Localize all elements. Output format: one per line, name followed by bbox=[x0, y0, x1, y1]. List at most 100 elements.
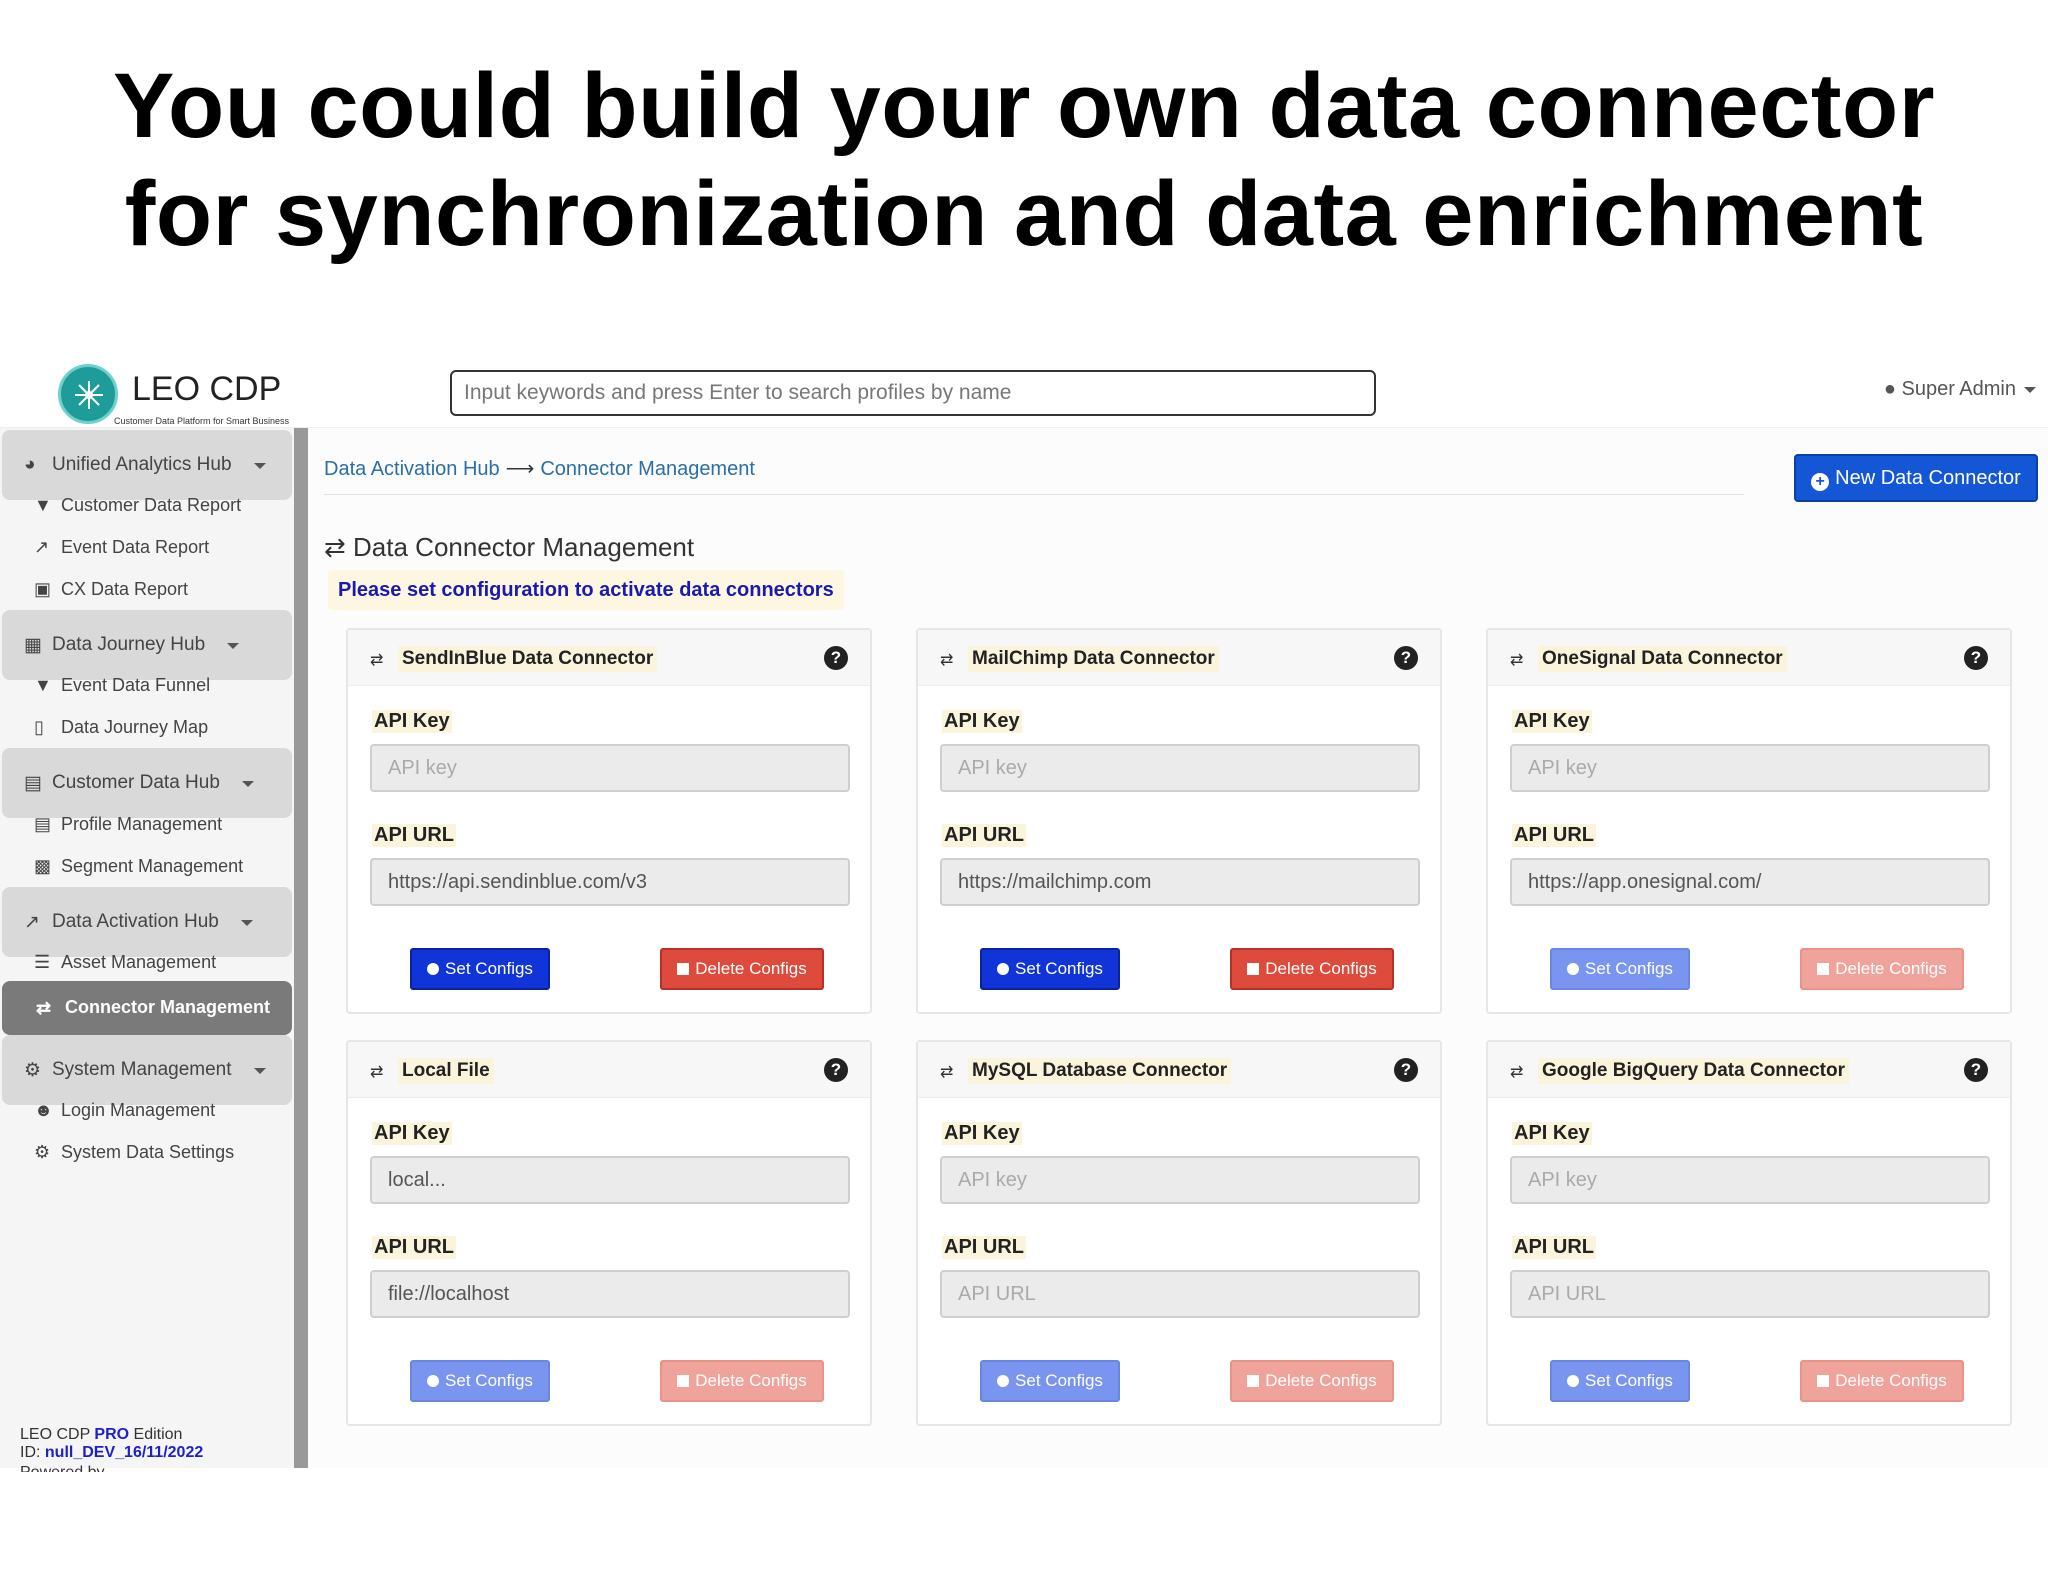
sidebar-scrollbar[interactable] bbox=[294, 428, 308, 1468]
set-configs-button[interactable]: Set Configs bbox=[1550, 1360, 1690, 1402]
sidebar-item-label: CX Data Report bbox=[61, 579, 189, 599]
api-url-label: API URL bbox=[942, 1236, 1026, 1259]
question-circle-icon[interactable]: ? bbox=[824, 646, 848, 670]
api-key-input[interactable] bbox=[370, 1156, 850, 1204]
api-url-input[interactable] bbox=[940, 858, 1420, 906]
card-header: ⇄ OneSignal Data Connector ? bbox=[1488, 630, 2010, 686]
chevron-down-icon bbox=[227, 643, 239, 649]
set-configs-button[interactable]: Set Configs bbox=[980, 948, 1120, 990]
connector-title: OneSignal Data Connector bbox=[1538, 646, 1787, 672]
page-title: ⇄ Data Connector Management bbox=[324, 532, 694, 563]
gear-icon: ⚙ bbox=[34, 1142, 51, 1162]
sidebar-item-data-journey-map[interactable]: ▯ Data Journey Map bbox=[0, 702, 292, 752]
delete-configs-button[interactable]: Delete Configs bbox=[1230, 1360, 1394, 1402]
breadcrumb-parent[interactable]: Data Activation Hub bbox=[324, 458, 500, 480]
api-url-label: API URL bbox=[372, 1236, 456, 1259]
delete-configs-button[interactable]: Delete Configs bbox=[1800, 948, 1964, 990]
headline-line-2: for synchronization and data enrichment bbox=[124, 163, 1924, 265]
delete-configs-button[interactable]: Delete Configs bbox=[660, 1360, 824, 1402]
user-plus-icon: ☻ bbox=[34, 1100, 53, 1120]
question-circle-icon[interactable]: ? bbox=[1394, 1058, 1418, 1082]
sidebar-item-segment-management[interactable]: ▩ Segment Management bbox=[0, 841, 292, 891]
logo[interactable]: LEO CDP Customer Data Platform for Smart… bbox=[58, 360, 298, 426]
connector-card: ⇄ Local File ? API Key API URL Set Confi… bbox=[346, 1040, 872, 1426]
user-icon: ● bbox=[1883, 378, 1896, 400]
delete-configs-button[interactable]: Delete Configs bbox=[660, 948, 824, 990]
logo-subtitle: Customer Data Platform for Smart Busines… bbox=[114, 416, 290, 426]
connector-card: ⇄ MySQL Database Connector ? API Key API… bbox=[916, 1040, 1442, 1426]
gear-icon bbox=[1567, 963, 1580, 975]
exchange-icon: ⇄ bbox=[1510, 1064, 1524, 1081]
headline: You could build your own data connector … bbox=[0, 52, 2048, 268]
powered-by: Powered by bbox=[20, 1462, 203, 1472]
api-url-input[interactable] bbox=[370, 1270, 850, 1318]
connector-card: ⇄ Google BigQuery Data Connector ? API K… bbox=[1486, 1040, 2012, 1426]
sidebar-item-asset-management[interactable]: ☰ Asset Management bbox=[0, 937, 292, 987]
edition-suffix: Edition bbox=[133, 1426, 183, 1443]
headline-line-1: You could build your own data connector bbox=[112, 55, 1936, 157]
user-menu[interactable]: ● Super Admin bbox=[1884, 378, 2036, 401]
user-label: Super Admin bbox=[1901, 378, 2016, 400]
api-key-label: API Key bbox=[942, 710, 1022, 733]
new-data-connector-button[interactable]: + New Data Connector bbox=[1794, 454, 2038, 502]
set-configs-button[interactable]: Set Configs bbox=[980, 1360, 1120, 1402]
sidebar-item-label: Data Journey Map bbox=[61, 717, 209, 737]
set-configs-button[interactable]: Set Configs bbox=[1550, 948, 1690, 990]
map-icon: ▦ bbox=[24, 635, 42, 656]
delete-configs-button[interactable]: Delete Configs bbox=[1800, 1360, 1964, 1402]
trash-icon bbox=[1817, 963, 1830, 975]
exchange-icon: ⇄ bbox=[940, 652, 954, 669]
api-key-input[interactable] bbox=[1510, 1156, 1990, 1204]
api-url-input[interactable] bbox=[1510, 858, 1990, 906]
edition-prefix: LEO CDP bbox=[20, 1426, 90, 1443]
trash-icon bbox=[677, 963, 690, 975]
sidebar-item-label: Asset Management bbox=[61, 952, 217, 972]
line-chart-icon: ↗ bbox=[34, 537, 50, 557]
api-url-input[interactable] bbox=[940, 1270, 1420, 1318]
set-configs-button[interactable]: Set Configs bbox=[410, 1360, 550, 1402]
sidebar-item-system-data-settings[interactable]: ⚙ System Data Settings bbox=[0, 1127, 292, 1177]
card-header: ⇄ Local File ? bbox=[348, 1042, 870, 1098]
exchange-icon: ⇄ bbox=[370, 1064, 384, 1081]
api-url-label: API URL bbox=[1512, 1236, 1596, 1259]
api-url-input[interactable] bbox=[1510, 1270, 1990, 1318]
trash-icon bbox=[1247, 963, 1260, 975]
gear-icon bbox=[1567, 1375, 1580, 1387]
api-key-input[interactable] bbox=[370, 744, 850, 792]
api-url-label: API URL bbox=[942, 824, 1026, 847]
sidebar-item-label: System Management bbox=[52, 1059, 232, 1080]
chevron-down-icon bbox=[254, 1068, 266, 1074]
question-circle-icon[interactable]: ? bbox=[1394, 646, 1418, 670]
edition-pro: PRO bbox=[94, 1426, 130, 1443]
delete-configs-label: Delete Configs bbox=[695, 959, 807, 978]
line-chart-icon: ↗ bbox=[24, 912, 40, 933]
logo-text: LEO CDP bbox=[132, 370, 282, 408]
trash-icon bbox=[1817, 1375, 1830, 1387]
exchange-icon: ⇄ bbox=[940, 1064, 954, 1081]
connector-title: Local File bbox=[398, 1058, 494, 1084]
sidebar-item-label: System Data Settings bbox=[61, 1142, 235, 1162]
profile-search-input[interactable] bbox=[450, 370, 1376, 416]
connector-title: MySQL Database Connector bbox=[968, 1058, 1232, 1084]
cogs-icon: ⚙ bbox=[24, 1060, 42, 1081]
notice-message: Please set configuration to activate dat… bbox=[328, 570, 844, 610]
exchange-icon: ⇄ bbox=[324, 532, 346, 562]
delete-configs-button[interactable]: Delete Configs bbox=[1230, 948, 1394, 990]
sidebar-item-connector-management[interactable]: ⇄ Connector Management bbox=[2, 981, 292, 1035]
api-key-input[interactable] bbox=[1510, 744, 1990, 792]
divider bbox=[324, 494, 1744, 495]
question-circle-icon[interactable]: ? bbox=[1964, 646, 1988, 670]
delete-configs-label: Delete Configs bbox=[695, 1371, 807, 1390]
edition-info: LEO CDP PRO Edition ID: null_DEV_16/11/2… bbox=[20, 1426, 203, 1472]
sidebar-item-label: Data Journey Hub bbox=[52, 634, 206, 655]
question-circle-icon[interactable]: ? bbox=[824, 1058, 848, 1082]
api-key-input[interactable] bbox=[940, 744, 1420, 792]
sidebar-item-cx-data-report[interactable]: ▣ CX Data Report bbox=[0, 564, 292, 614]
question-circle-icon[interactable]: ? bbox=[1964, 1058, 1988, 1082]
set-configs-button[interactable]: Set Configs bbox=[410, 948, 550, 990]
sidebar-item-label: Data Activation Hub bbox=[52, 911, 219, 932]
api-url-input[interactable] bbox=[370, 858, 850, 906]
breadcrumb-current[interactable]: Connector Management bbox=[540, 458, 755, 480]
delete-configs-label: Delete Configs bbox=[1265, 1371, 1377, 1390]
api-key-input[interactable] bbox=[940, 1156, 1420, 1204]
